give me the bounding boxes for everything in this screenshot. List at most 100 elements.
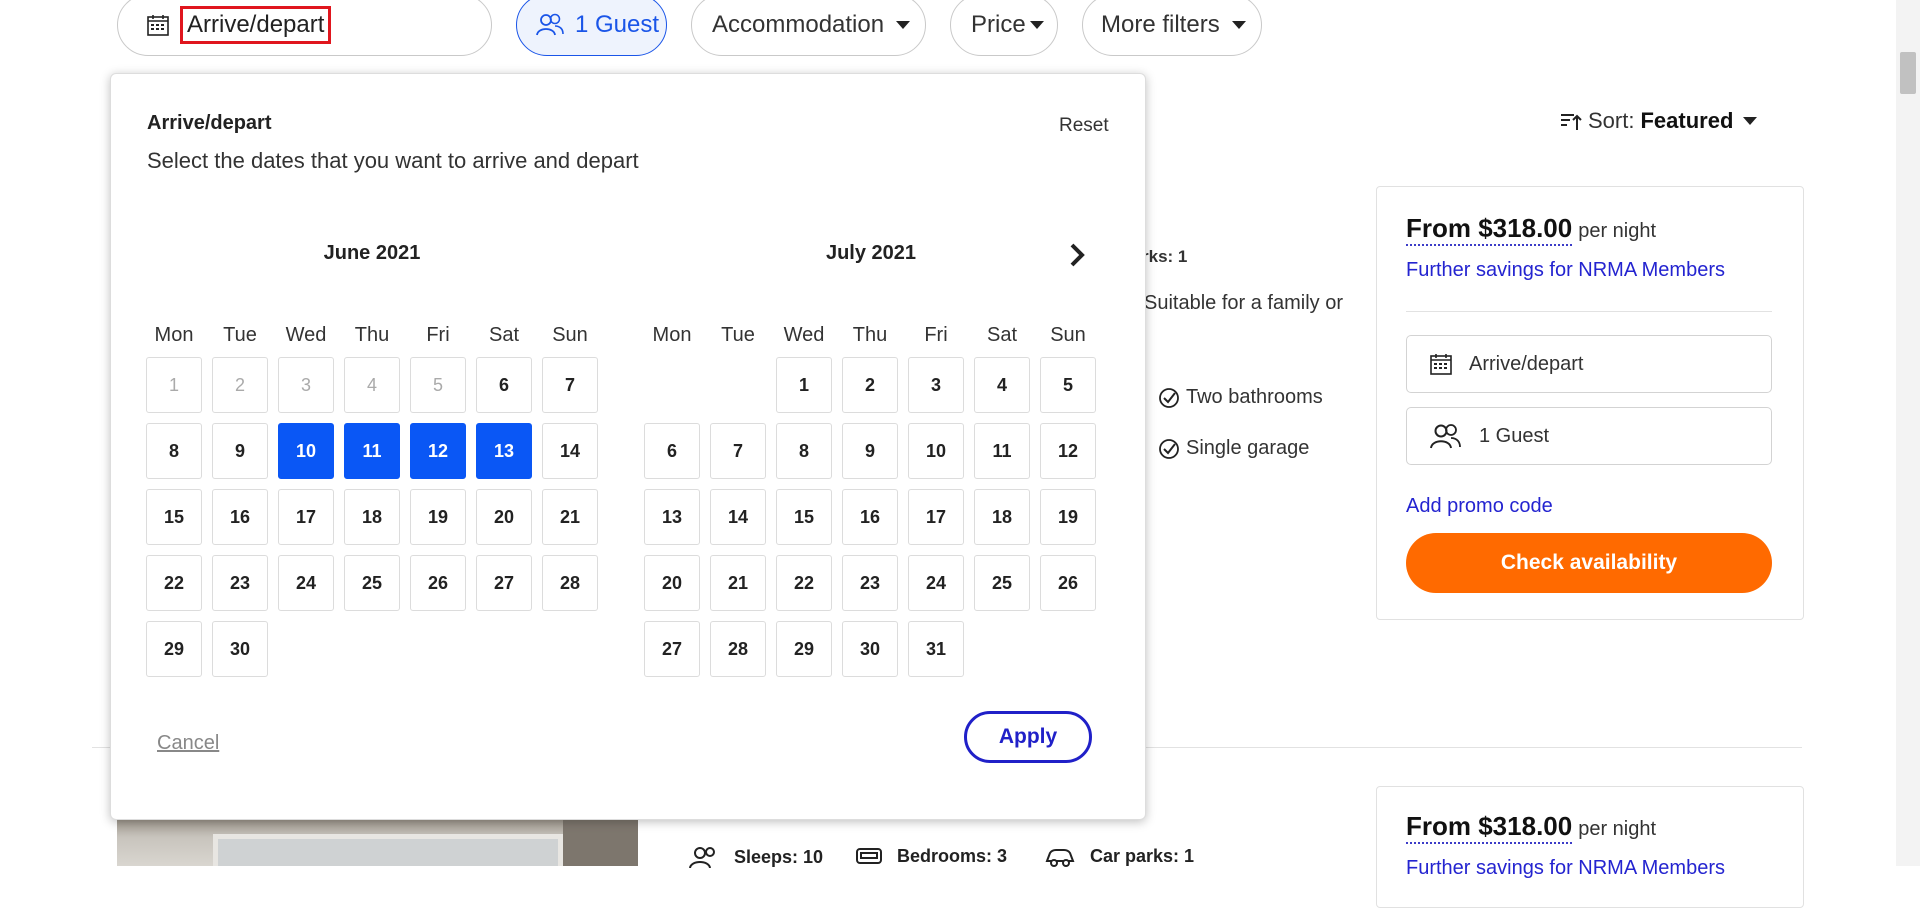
date-filter-pill[interactable]: Arrive/depart (117, 0, 492, 56)
calendar-day[interactable]: 30 (842, 621, 898, 677)
calendar-day[interactable]: 15 (776, 489, 832, 545)
scrollbar-thumb[interactable] (1900, 52, 1916, 94)
calendar-icon (1429, 352, 1469, 376)
calendar-day[interactable]: 9 (842, 423, 898, 479)
calendar-day[interactable]: 7 (710, 423, 766, 479)
card-date-field[interactable]: Arrive/depart (1406, 335, 1772, 393)
calendar-day[interactable]: 20 (644, 555, 700, 611)
calendar-day[interactable]: 5 (1040, 357, 1096, 413)
listing-description-partial: Suitable for a family or (1144, 292, 1343, 314)
calendar-day[interactable]: 11 (344, 423, 400, 479)
weekday-header: Fri (426, 324, 450, 346)
cancel-button[interactable]: Cancel (157, 732, 219, 755)
apply-button[interactable]: Apply (964, 711, 1092, 763)
calendar-day[interactable]: 27 (644, 621, 700, 677)
calendar-day[interactable]: 21 (710, 555, 766, 611)
calendar-day[interactable]: 28 (542, 555, 598, 611)
calendar-day[interactable]: 4 (974, 357, 1030, 413)
calendar-day[interactable]: 23 (842, 555, 898, 611)
check-availability-button[interactable]: Check availability (1406, 533, 1772, 593)
accommodation-filter-label: Accommodation (712, 11, 885, 38)
calendar-day[interactable]: 14 (542, 423, 598, 479)
add-promo-code-link[interactable]: Add promo code (1406, 495, 1553, 518)
calendar-day[interactable]: 2 (842, 357, 898, 413)
more-filters-label: More filters (1101, 11, 1220, 38)
calendar-day[interactable]: 1 (776, 357, 832, 413)
calendar-day[interactable]: 20 (476, 489, 532, 545)
listing-sleeps: Sleeps: 10 (688, 846, 823, 868)
sort-control[interactable]: Sort: Featured (1560, 108, 1758, 134)
nrma-savings-link[interactable]: Further savings for NRMA Members (1406, 857, 1725, 880)
calendar-day[interactable]: 9 (212, 423, 268, 479)
calendar-day[interactable]: 18 (974, 489, 1030, 545)
page-scrollbar[interactable] (1896, 0, 1920, 866)
calendar-day[interactable]: 7 (542, 357, 598, 413)
calendar-day[interactable]: 19 (1040, 489, 1096, 545)
calendar-day[interactable]: 19 (410, 489, 466, 545)
amenity-item: Single garage (1158, 437, 1309, 460)
weekday-header: Sun (552, 324, 588, 346)
nrma-savings-link[interactable]: Further savings for NRMA Members (1406, 259, 1725, 282)
amenity-label: Two bathrooms (1186, 386, 1323, 408)
bed-icon (855, 847, 883, 867)
calendar-day[interactable]: 22 (146, 555, 202, 611)
calendar-day[interactable]: 21 (542, 489, 598, 545)
amenity-label: Single garage (1186, 437, 1310, 459)
price-filter-pill[interactable]: Price (950, 0, 1058, 56)
calendar-day[interactable]: 17 (908, 489, 964, 545)
calendar-day[interactable]: 12 (410, 423, 466, 479)
month-title-june: June 2021 (323, 242, 421, 264)
calendar-day[interactable]: 6 (476, 357, 532, 413)
calendar-day[interactable]: 14 (710, 489, 766, 545)
guests-filter-label: 1 Guest (575, 11, 660, 38)
reset-button[interactable]: Reset (1059, 115, 1109, 137)
calendar-day[interactable]: 25 (974, 555, 1030, 611)
chevron-down-icon (896, 21, 911, 29)
calendar-day[interactable]: 17 (278, 489, 334, 545)
price-row: From $318.00 per night (1406, 811, 1656, 844)
calendar-day[interactable]: 10 (908, 423, 964, 479)
booking-card: From $318.00 per night Further savings f… (1376, 786, 1804, 908)
calendar-day[interactable]: 18 (344, 489, 400, 545)
sort-value: Featured (1640, 108, 1734, 133)
listing-photo[interactable] (117, 818, 638, 866)
accommodation-filter-pill[interactable]: Accommodation (691, 0, 926, 56)
calendar-day[interactable]: 11 (974, 423, 1030, 479)
calendar-day[interactable]: 24 (908, 555, 964, 611)
calendar-day[interactable]: 16 (212, 489, 268, 545)
calendar-day[interactable]: 31 (908, 621, 964, 677)
guests-filter-pill[interactable]: 1 Guest (516, 0, 667, 56)
calendar-day[interactable]: 15 (146, 489, 202, 545)
calendar-day[interactable]: 12 (1040, 423, 1096, 479)
calendar-day[interactable]: 13 (644, 489, 700, 545)
calendar-day[interactable]: 29 (776, 621, 832, 677)
calendar-day[interactable]: 10 (278, 423, 334, 479)
sleeps-label: Sleeps: 10 (734, 846, 824, 867)
calendar-day[interactable]: 23 (212, 555, 268, 611)
calendar-day[interactable]: 8 (776, 423, 832, 479)
calendar-day[interactable]: 26 (1040, 555, 1096, 611)
calendar-day[interactable]: 13 (476, 423, 532, 479)
calendar-day[interactable]: 28 (710, 621, 766, 677)
more-filters-pill[interactable]: More filters (1082, 0, 1262, 56)
calendar-day[interactable]: 30 (212, 621, 268, 677)
calendar-day[interactable]: 26 (410, 555, 466, 611)
calendar-day[interactable]: 22 (776, 555, 832, 611)
calendar-day: 2 (212, 357, 268, 413)
calendar-day[interactable]: 6 (644, 423, 700, 479)
weekday-header: Wed (783, 324, 825, 346)
calendar-day[interactable]: 16 (842, 489, 898, 545)
next-month-button[interactable] (1066, 242, 1088, 268)
calendar-day[interactable]: 24 (278, 555, 334, 611)
chevron-down-icon (1029, 21, 1044, 29)
calendar-day[interactable]: 29 (146, 621, 202, 677)
calendar-day[interactable]: 27 (476, 555, 532, 611)
calendar-day[interactable]: 25 (344, 555, 400, 611)
car-icon (1044, 847, 1076, 867)
date-picker-title: Arrive/depart (147, 112, 272, 134)
calendar-day[interactable]: 8 (146, 423, 202, 479)
sort-icon (1560, 111, 1582, 131)
weekday-header: Tue (223, 324, 257, 346)
calendar-day[interactable]: 3 (908, 357, 964, 413)
card-guest-field[interactable]: 1 Guest (1406, 407, 1772, 465)
